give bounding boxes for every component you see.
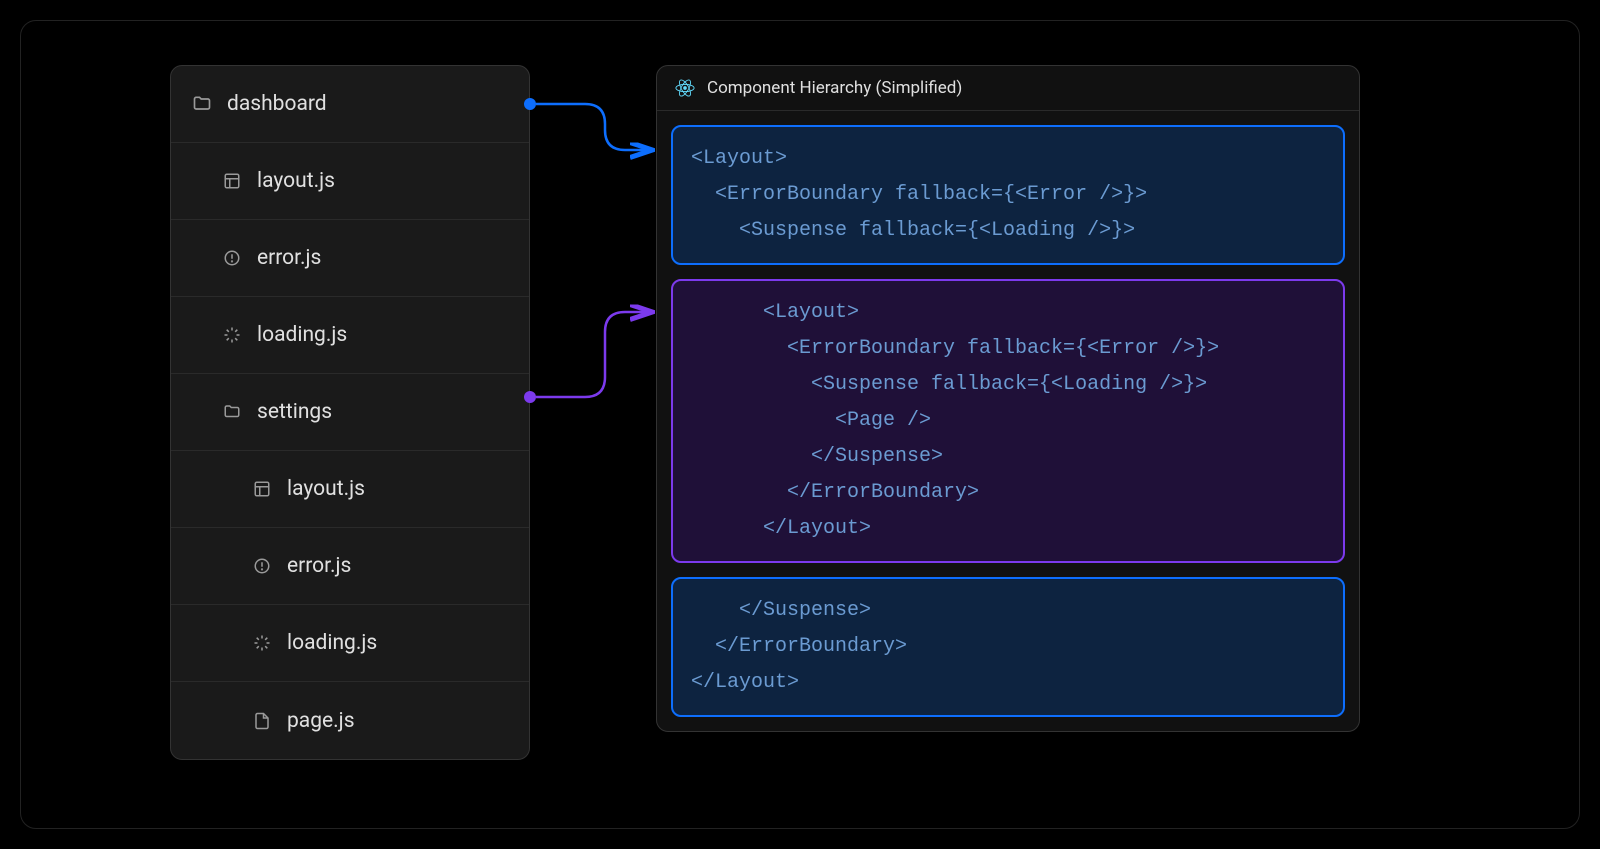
file-row-error-js[interactable]: error.js bbox=[171, 528, 529, 605]
layout-icon bbox=[221, 170, 243, 192]
code-block-blue-0: <Layout> <ErrorBoundary fallback={<Error… bbox=[671, 125, 1345, 265]
file-row-loading-js[interactable]: loading.js bbox=[171, 605, 529, 682]
file-label: loading.js bbox=[257, 323, 347, 347]
file-label: settings bbox=[257, 400, 332, 424]
code-block-purple-1: <Layout> <ErrorBoundary fallback={<Error… bbox=[671, 279, 1345, 563]
folder-icon bbox=[221, 401, 243, 423]
file-row-layout-js[interactable]: layout.js bbox=[171, 143, 529, 220]
file-row-error-js[interactable]: error.js bbox=[171, 220, 529, 297]
file-label: layout.js bbox=[287, 477, 365, 501]
folder-row-settings[interactable]: settings bbox=[171, 374, 529, 451]
hierarchy-header: Component Hierarchy (Simplified) bbox=[657, 66, 1359, 111]
error-icon bbox=[251, 555, 273, 577]
file-icon bbox=[251, 710, 273, 732]
file-row-loading-js[interactable]: loading.js bbox=[171, 297, 529, 374]
loading-icon bbox=[251, 632, 273, 654]
folder-row-dashboard[interactable]: dashboard bbox=[171, 66, 529, 143]
hierarchy-title: Component Hierarchy (Simplified) bbox=[707, 78, 962, 98]
file-row-layout-js[interactable]: layout.js bbox=[171, 451, 529, 528]
react-icon bbox=[675, 78, 695, 98]
file-label: loading.js bbox=[287, 631, 377, 655]
loading-icon bbox=[221, 324, 243, 346]
layout-icon bbox=[251, 478, 273, 500]
file-row-page-js[interactable]: page.js bbox=[171, 682, 529, 759]
folder-icon bbox=[191, 93, 213, 115]
file-label: error.js bbox=[257, 246, 321, 270]
folder-label: dashboard bbox=[227, 92, 327, 116]
code-block-blue-2: </Suspense> </ErrorBoundary> </Layout> bbox=[671, 577, 1345, 717]
file-label: error.js bbox=[287, 554, 351, 578]
file-label: page.js bbox=[287, 709, 355, 733]
file-tree-panel: dashboard layout.js error.js loading.js set… bbox=[170, 65, 530, 760]
hierarchy-panel: Component Hierarchy (Simplified) <Layout… bbox=[656, 65, 1360, 732]
error-icon bbox=[221, 247, 243, 269]
file-label: layout.js bbox=[257, 169, 335, 193]
